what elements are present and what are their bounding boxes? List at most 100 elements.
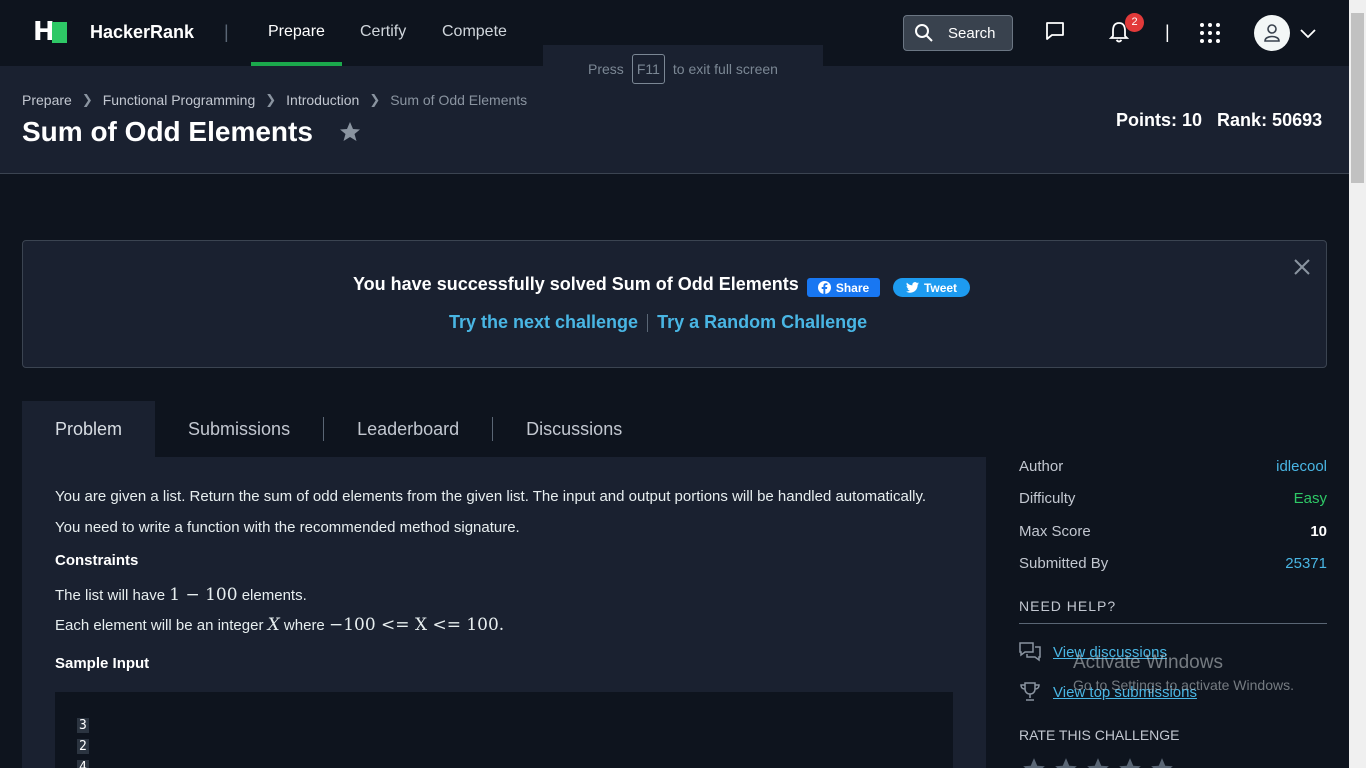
fullscreen-prefix: Press — [588, 61, 624, 77]
submitted-by-link[interactable]: 25371 — [1285, 555, 1327, 572]
logo-mark-icon: H — [33, 19, 67, 45]
constraint-2-text: Each element will be an integer — [55, 617, 264, 634]
rank-value: Rank: 50693 — [1217, 110, 1323, 130]
rating-star-icon[interactable] — [1149, 756, 1175, 768]
need-help-heading: NEED HELP? — [1019, 598, 1117, 614]
author-label: Author — [1019, 458, 1064, 475]
fullscreen-key: F11 — [631, 54, 665, 84]
author-link[interactable]: idlecool — [1276, 458, 1327, 475]
constraint-2-var: X — [267, 615, 280, 635]
nav-certify[interactable]: Certify — [360, 23, 406, 41]
problem-description: You are given a list. Return the sum of … — [55, 488, 927, 536]
sample-input-block: 3 2 4 — [55, 692, 953, 768]
chat-icon — [1046, 22, 1064, 40]
page-title: Sum of Odd Elements — [22, 116, 313, 147]
nav-compete[interactable]: Compete — [442, 23, 507, 41]
rating-star-icon[interactable] — [1085, 756, 1111, 768]
banner-links: Try the next challenge Try a Random Chal… — [449, 312, 867, 333]
constraint-1-math: 1 − 100 — [169, 585, 238, 605]
hackerrank-logo[interactable]: H — [33, 19, 67, 45]
close-banner-button[interactable] — [1293, 258, 1311, 281]
rating-star-icon[interactable] — [1021, 756, 1047, 768]
nav-separator: | — [224, 22, 229, 42]
random-challenge-link[interactable]: Try a Random Challenge — [657, 312, 867, 333]
breadcrumb-functional-programming[interactable]: Functional Programming — [103, 92, 256, 108]
watermark-subtitle: Go to Settings to activate Windows. — [1073, 677, 1294, 693]
rate-challenge-heading: RATE THIS CHALLENGE — [1019, 727, 1180, 743]
windows-activation-watermark: Activate Windows Go to Settings to activ… — [1073, 652, 1294, 693]
max-score-value: 10 — [1310, 523, 1327, 540]
fullscreen-notice: Press F11 to exit full screen — [543, 45, 823, 93]
sample-input-heading: Sample Input — [55, 655, 150, 672]
tab-discussions[interactable]: Discussions — [493, 401, 655, 457]
points-rank: Points: 10 Rank: 50693 — [1116, 110, 1322, 131]
constraints-heading: Constraints — [55, 552, 139, 569]
points-value: Points: 10 — [1116, 110, 1203, 130]
user-icon — [1264, 24, 1280, 42]
breadcrumb-prepare[interactable]: Prepare — [22, 92, 72, 108]
avatar[interactable] — [1254, 15, 1290, 51]
discussion-icon — [1019, 642, 1041, 662]
bookmark-star-button[interactable] — [338, 120, 362, 149]
breadcrumb: Prepare ❯ Functional Programming ❯ Intro… — [22, 92, 527, 108]
twitter-icon — [905, 282, 919, 293]
tab-leaderboard[interactable]: Leaderboard — [324, 401, 492, 457]
difficulty-row: Difficulty Easy — [1019, 490, 1327, 507]
constraint-2-mid: where — [283, 617, 325, 634]
difficulty-value: Easy — [1293, 490, 1327, 507]
constraint-1-suffix: elements. — [241, 587, 307, 604]
author-row: Author idlecool — [1019, 458, 1327, 475]
submitted-by-label: Submitted By — [1019, 555, 1109, 572]
search-label: Search — [948, 24, 996, 42]
share-label: Share — [835, 280, 870, 295]
difficulty-label: Difficulty — [1019, 490, 1076, 507]
profile-menu-toggle[interactable] — [1300, 26, 1316, 44]
notification-badge: 2 — [1125, 13, 1144, 32]
fullscreen-suffix: to exit full screen — [672, 61, 778, 77]
rating-star-icon[interactable] — [1053, 756, 1079, 768]
success-message: You have successfully solved Sum of Odd … — [353, 274, 799, 294]
chevron-right-icon: ❯ — [81, 92, 93, 107]
breadcrumb-introduction[interactable]: Introduction — [286, 92, 359, 108]
page-scrollbar[interactable] — [1349, 0, 1366, 768]
nav-divider: | — [1165, 22, 1170, 42]
sample-input-line: 2 — [77, 739, 89, 754]
sample-input-line: 4 — [77, 760, 89, 768]
success-banner: You have successfully solved Sum of Odd … — [22, 240, 1327, 368]
facebook-icon — [817, 281, 831, 294]
tab-submissions[interactable]: Submissions — [155, 401, 323, 457]
sample-input-line: 3 — [77, 718, 89, 733]
apps-grid-icon — [1200, 23, 1220, 43]
star-icon — [340, 122, 360, 141]
search-icon — [915, 24, 933, 42]
scrollbar-thumb[interactable] — [1351, 13, 1364, 183]
rating-star-icon[interactable] — [1117, 756, 1143, 768]
nav-prepare[interactable]: Prepare — [268, 23, 325, 41]
chevron-right-icon: ❯ — [369, 92, 381, 107]
constraint-2-math: −100 <= X <= 100. — [328, 615, 505, 635]
constraint-1: The list will have 1 − 100 elements. — [55, 585, 307, 605]
link-divider — [647, 313, 649, 332]
close-icon — [1294, 259, 1310, 275]
tab-problem[interactable]: Problem — [22, 401, 156, 457]
constraint-1-text: The list will have — [55, 587, 166, 604]
constraint-2: Each element will be an integer X where … — [55, 615, 504, 635]
max-score-label: Max Score — [1019, 523, 1091, 540]
search-button[interactable]: Search — [903, 15, 1013, 51]
apps-button[interactable] — [1199, 22, 1221, 49]
submitted-by-row: Submitted By 25371 — [1019, 555, 1327, 572]
tweet-label: Tweet — [923, 280, 958, 295]
trophy-icon — [1020, 682, 1040, 701]
chevron-right-icon: ❯ — [265, 92, 277, 107]
tweet-button[interactable]: Tweet — [893, 278, 970, 297]
max-score-row: Max Score 10 — [1019, 523, 1327, 540]
rating-stars[interactable] — [1021, 756, 1175, 768]
messages-button[interactable] — [1044, 20, 1066, 47]
brand-name[interactable]: HackerRank — [90, 22, 194, 43]
facebook-share-button[interactable]: Share — [807, 278, 880, 297]
problem-statement: You are given a list. Return the sum of … — [22, 457, 986, 768]
sidebar-divider — [1019, 623, 1327, 624]
challenge-tabs: Problem Submissions Leaderboard Discussi… — [22, 401, 655, 457]
next-challenge-link[interactable]: Try the next challenge — [449, 312, 638, 333]
chevron-down-icon — [1300, 29, 1316, 39]
